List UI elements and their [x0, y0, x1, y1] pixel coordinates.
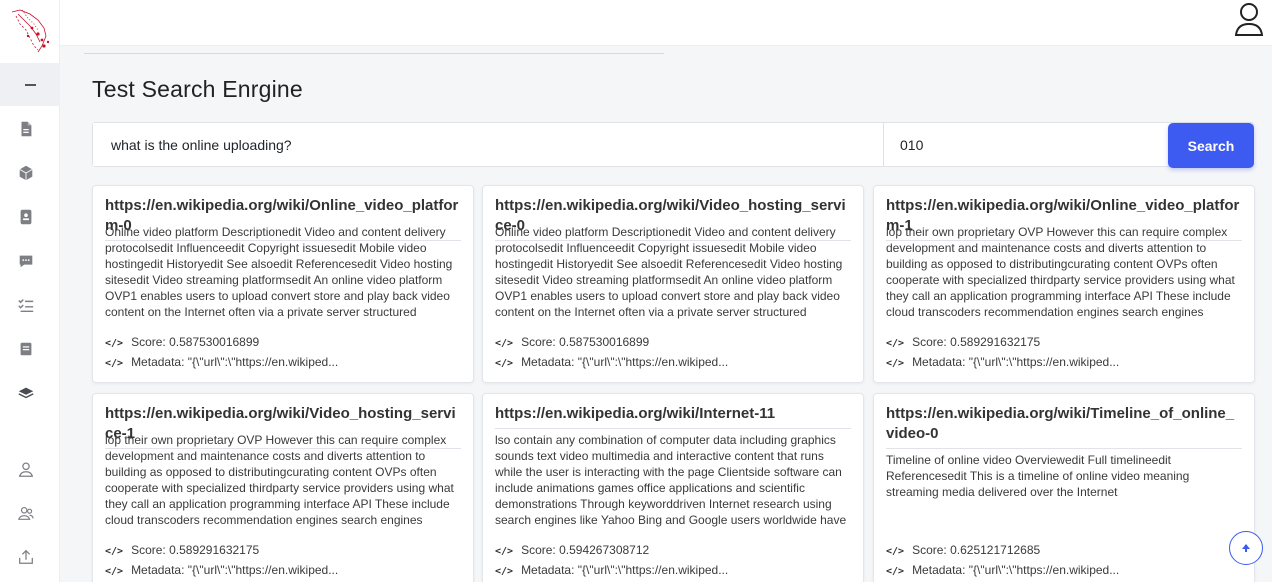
metadata-line: </> Metadata: "{\"url\":\"https://en.wiki…	[495, 355, 728, 371]
score-line: </> Score: 0.594267308712	[495, 543, 649, 559]
score-value: 0.625121712685	[950, 543, 1041, 557]
metadata-line: </> Metadata: "{\"url\":\"https://en.wiki…	[886, 563, 1119, 579]
account-button[interactable]	[1232, 0, 1266, 38]
result-count-input[interactable]	[884, 123, 1170, 166]
notes-icon[interactable]	[15, 338, 37, 360]
result-card: https://en.wikipedia.org/wiki/Online_vid…	[873, 185, 1255, 383]
score-line: </> Score: 0.587530016899	[105, 335, 259, 351]
result-snippet: lop their own proprietary OVP However th…	[886, 225, 1235, 319]
result-card: https://en.wikipedia.org/wiki/Video_host…	[92, 393, 474, 582]
result-snippet: Timeline of online video Overviewedit Fu…	[886, 453, 1190, 499]
score-value: 0.587530016899	[559, 335, 650, 349]
metadata-label: Metadata:	[521, 563, 575, 577]
code-icon: </>	[495, 338, 514, 349]
metadata-value: "{\"url\":\"https://en.wikiped...	[187, 355, 339, 369]
score-value: 0.587530016899	[169, 335, 260, 349]
top-bar	[60, 0, 1272, 46]
result-snippet: lso contain any combination of computer …	[495, 433, 847, 527]
search-button[interactable]: Search	[1168, 123, 1254, 168]
account-icon	[1234, 3, 1264, 36]
metadata-value: "{\"url\":\"https://en.wikiped...	[968, 563, 1120, 577]
score-label: Score:	[131, 335, 166, 349]
scroll-to-top-button[interactable]	[1229, 531, 1263, 565]
metadata-line: </> Metadata: "{\"url\":\"https://en.wiki…	[105, 355, 338, 371]
search-bar: Search	[92, 122, 1254, 168]
code-icon: </>	[105, 566, 124, 577]
metadata-label: Metadata:	[131, 563, 185, 577]
user-icon[interactable]	[15, 458, 37, 480]
score-line: </> Score: 0.587530016899	[495, 335, 649, 351]
contact-card-icon[interactable]	[15, 206, 37, 228]
code-icon: </>	[495, 358, 514, 369]
result-card: https://en.wikipedia.org/wiki/Internet-1…	[482, 393, 864, 582]
score-label: Score:	[912, 335, 947, 349]
code-icon: </>	[886, 566, 905, 577]
metadata-value: "{\"url\":\"https://en.wikiped...	[577, 563, 729, 577]
score-line: </> Score: 0.589291632175	[105, 543, 259, 559]
code-icon: </>	[105, 546, 124, 557]
document-icon[interactable]	[15, 118, 37, 140]
metadata-label: Metadata:	[131, 355, 185, 369]
result-snippet: lop their own proprietary OVP However th…	[105, 433, 454, 527]
score-value: 0.589291632175	[169, 543, 260, 557]
code-icon: </>	[105, 338, 124, 349]
search-input[interactable]	[93, 123, 884, 166]
code-icon: </>	[495, 566, 514, 577]
chat-icon[interactable]	[15, 250, 37, 272]
score-value: 0.589291632175	[950, 335, 1041, 349]
metadata-line: </> Metadata: "{\"url\":\"https://en.wiki…	[886, 355, 1119, 371]
metadata-label: Metadata:	[912, 563, 966, 577]
sidebar	[0, 0, 60, 582]
arrow-up-icon	[1242, 544, 1250, 552]
checklist-icon[interactable]	[15, 294, 37, 316]
score-value: 0.594267308712	[559, 543, 650, 557]
code-icon: </>	[886, 338, 905, 349]
layers-icon[interactable]	[15, 382, 37, 404]
metadata-value: "{\"url\":\"https://en.wikiped...	[187, 563, 339, 577]
result-title-link[interactable]: https://en.wikipedia.org/wiki/Internet-1…	[495, 404, 851, 429]
score-line: </> Score: 0.625121712685	[886, 543, 1040, 559]
score-line: </> Score: 0.589291632175	[886, 335, 1040, 351]
metadata-label: Metadata:	[521, 355, 575, 369]
metadata-value: "{\"url\":\"https://en.wikiped...	[577, 355, 729, 369]
result-snippet: Online video platform Descriptionedit Vi…	[105, 225, 453, 319]
page-title: Test Search Enrgine	[92, 76, 303, 102]
code-icon: </>	[886, 358, 905, 369]
metadata-label: Metadata:	[912, 355, 966, 369]
sidebar-collapse-button[interactable]	[0, 63, 60, 106]
score-label: Score:	[131, 543, 166, 557]
cube-icon[interactable]	[15, 162, 37, 184]
result-title-link[interactable]: https://en.wikipedia.org/wiki/Timeline_o…	[886, 404, 1242, 449]
result-snippet: Online video platform Descriptionedit Vi…	[495, 225, 843, 319]
minus-icon	[24, 83, 36, 86]
result-card: https://en.wikipedia.org/wiki/Timeline_o…	[873, 393, 1255, 582]
logo[interactable]	[0, 0, 60, 62]
users-icon[interactable]	[15, 502, 37, 524]
score-label: Score:	[521, 335, 556, 349]
metadata-line: </> Metadata: "{\"url\":\"https://en.wiki…	[105, 563, 338, 579]
result-card: https://en.wikipedia.org/wiki/Online_vid…	[92, 185, 474, 383]
code-icon: </>	[886, 546, 905, 557]
score-label: Score:	[521, 543, 556, 557]
metadata-line: </> Metadata: "{\"url\":\"https://en.wiki…	[495, 563, 728, 579]
logo-mark	[11, 9, 50, 53]
metadata-value: "{\"url\":\"https://en.wikiped...	[968, 355, 1120, 369]
score-label: Score:	[912, 543, 947, 557]
upload-icon[interactable]	[15, 546, 37, 568]
result-card: https://en.wikipedia.org/wiki/Video_host…	[482, 185, 864, 383]
code-icon: </>	[495, 546, 514, 557]
code-icon: </>	[105, 358, 124, 369]
divider	[84, 53, 664, 54]
